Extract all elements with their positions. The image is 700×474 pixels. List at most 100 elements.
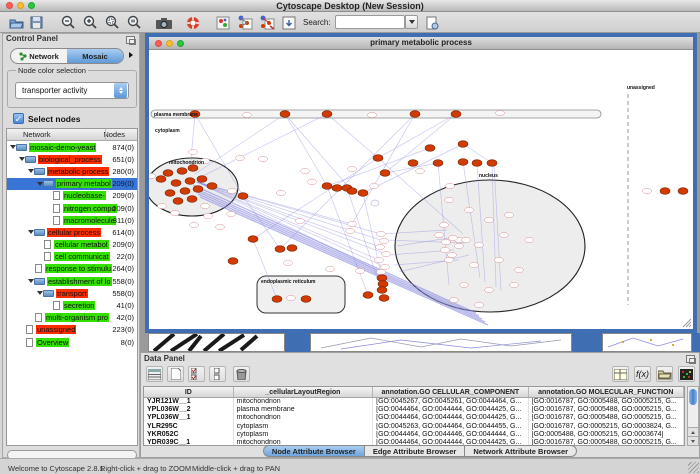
gene-node[interactable] bbox=[458, 141, 468, 148]
gene-label-oval[interactable] bbox=[326, 266, 335, 271]
delete-attribute-icon[interactable] bbox=[233, 366, 250, 382]
tree-row[interactable]: macromolecule311(0) bbox=[7, 214, 137, 226]
gene-node[interactable] bbox=[272, 296, 282, 303]
column-header[interactable]: ID bbox=[144, 387, 234, 397]
snapshot-icon[interactable] bbox=[155, 14, 172, 31]
gene-node[interactable] bbox=[301, 296, 311, 303]
open-attributes-icon[interactable] bbox=[656, 366, 673, 382]
tree-row[interactable]: unassigned223(0) bbox=[7, 324, 137, 336]
open-file-icon[interactable] bbox=[8, 14, 25, 31]
zoom-in-icon[interactable] bbox=[82, 14, 99, 31]
gene-label-oval[interactable] bbox=[380, 238, 389, 243]
gene-label-oval[interactable] bbox=[189, 149, 198, 154]
gene-label-oval[interactable] bbox=[377, 269, 386, 274]
tree-row[interactable]: cellular metabol209(0) bbox=[7, 239, 137, 251]
new-attribute-icon[interactable] bbox=[167, 366, 184, 382]
zoom-out-icon[interactable] bbox=[60, 14, 77, 31]
table-cell[interactable]: mitochondrion bbox=[234, 414, 373, 422]
expand-arrow-icon[interactable] bbox=[37, 291, 43, 295]
select-nodes-checkbox[interactable]: ✓ bbox=[13, 113, 24, 124]
table-row[interactable]: YPL036W__1mitochondrion[GO:0044464, GO:0… bbox=[144, 414, 684, 422]
gene-label-oval[interactable] bbox=[440, 222, 449, 227]
table-cell[interactable]: mitochondrion bbox=[234, 398, 373, 406]
gene-label-oval[interactable] bbox=[243, 112, 252, 117]
float-panel-icon[interactable] bbox=[686, 355, 695, 363]
gene-node[interactable] bbox=[425, 145, 435, 152]
expand-arrow-icon[interactable] bbox=[37, 182, 43, 186]
select-nodes-option[interactable]: ✓ Select nodes bbox=[13, 113, 80, 124]
tree-row[interactable]: secretion41(0) bbox=[7, 299, 137, 311]
tree-row[interactable]: Overview8(0) bbox=[7, 336, 137, 348]
gene-label-oval[interactable] bbox=[455, 243, 464, 248]
table-row[interactable]: YJR121W__1mitochondrion[GO:0045267, GO:0… bbox=[144, 398, 684, 406]
gene-label-oval[interactable] bbox=[227, 211, 236, 216]
table-cell[interactable]: cytoplasm bbox=[234, 423, 373, 431]
resize-grip[interactable] bbox=[688, 462, 699, 473]
gene-label-oval[interactable] bbox=[382, 251, 391, 256]
unselect-attributes-icon[interactable] bbox=[209, 366, 226, 382]
gene-node[interactable] bbox=[173, 198, 183, 205]
gene-label-oval[interactable] bbox=[462, 237, 471, 242]
gene-node[interactable] bbox=[187, 196, 197, 203]
zoom-fit-icon[interactable] bbox=[126, 14, 143, 31]
gene-label-oval[interactable] bbox=[201, 203, 210, 208]
tree-row[interactable]: cell communicat22(0) bbox=[7, 251, 137, 263]
gene-node[interactable] bbox=[248, 236, 258, 243]
gene-node[interactable] bbox=[193, 186, 203, 193]
gene-label-oval[interactable] bbox=[368, 112, 377, 117]
gene-label-oval[interactable] bbox=[470, 262, 479, 267]
gene-label-oval[interactable] bbox=[445, 197, 454, 202]
network-canvas[interactable]: plasma membranecytoplasmmitochondrionnuc… bbox=[149, 50, 693, 329]
table-row[interactable]: YPL036W__2plasma membrane[GO:0044464, GO… bbox=[144, 406, 684, 414]
tree-row[interactable]: nucleobase-209(0) bbox=[7, 190, 137, 202]
gene-node[interactable] bbox=[379, 295, 389, 302]
gene-label-oval[interactable] bbox=[496, 110, 505, 115]
gene-node[interactable] bbox=[373, 155, 383, 162]
import-icon[interactable] bbox=[280, 14, 297, 31]
expand-arrow-icon[interactable] bbox=[28, 279, 34, 283]
table-cell[interactable]: plasma membrane bbox=[234, 406, 373, 414]
table-cell[interactable]: [GO:0045267, GO:0045261, GO:0044464, G..… bbox=[373, 398, 528, 406]
gene-label-oval[interactable] bbox=[505, 212, 514, 217]
network-view-titlebar[interactable]: primary metabolic process bbox=[149, 37, 693, 50]
table-cell[interactable]: YKR052C bbox=[144, 431, 234, 439]
table-cell[interactable]: YJR121W__1 bbox=[144, 398, 234, 406]
network-tree-header[interactable]: Network Nodes bbox=[7, 129, 137, 141]
table-cell[interactable]: [GO:0044464, GO:0044444, GO:0044425, G..… bbox=[373, 406, 528, 414]
gene-label-oval[interactable] bbox=[441, 247, 450, 252]
gene-label-oval[interactable] bbox=[460, 282, 469, 287]
tree-row[interactable]: establishment of lo558(0) bbox=[7, 275, 137, 287]
gene-label-oval[interactable] bbox=[308, 179, 317, 184]
gene-node[interactable] bbox=[410, 111, 420, 118]
gene-label-oval[interactable] bbox=[348, 221, 357, 226]
help-icon[interactable] bbox=[184, 14, 201, 31]
tab-edge-attribute-browser[interactable]: Edge Attribute Browser bbox=[364, 445, 464, 457]
gene-label-oval[interactable] bbox=[448, 252, 457, 257]
expand-arrow-icon[interactable] bbox=[19, 157, 25, 161]
gene-label-oval[interactable] bbox=[236, 155, 245, 160]
gene-label-oval[interactable] bbox=[171, 210, 180, 215]
gene-node[interactable] bbox=[156, 176, 166, 183]
gene-node[interactable] bbox=[238, 193, 248, 200]
gene-label-oval[interactable] bbox=[259, 156, 268, 161]
table-cell[interactable]: [GO:0044464, GO:0044444, GO:0044425, G..… bbox=[373, 414, 528, 422]
gene-label-oval[interactable] bbox=[442, 239, 451, 244]
gene-label-oval[interactable] bbox=[346, 228, 355, 233]
gene-label-oval[interactable] bbox=[287, 295, 296, 300]
gene-label-oval[interactable] bbox=[450, 297, 459, 302]
table-cell[interactable]: [GO:0016787, GO:0005488, GO:0005215, G..… bbox=[529, 414, 684, 422]
gene-label-oval[interactable] bbox=[277, 190, 286, 195]
destroy-view-icon[interactable] bbox=[258, 14, 275, 31]
gene-label-oval[interactable] bbox=[495, 257, 504, 262]
gene-label-oval[interactable] bbox=[204, 213, 213, 218]
column-header[interactable]: _cellularLayoutRegion bbox=[234, 387, 373, 397]
gene-label-oval[interactable] bbox=[525, 237, 534, 242]
gene-label-oval[interactable] bbox=[301, 168, 310, 173]
gene-node[interactable] bbox=[228, 258, 238, 265]
table-cell[interactable]: YPL036W__2 bbox=[144, 406, 234, 414]
zoom-selected-icon[interactable] bbox=[104, 14, 121, 31]
gene-node[interactable] bbox=[433, 160, 443, 167]
tab-network[interactable]: Network bbox=[11, 49, 67, 63]
expand-arrow-icon[interactable] bbox=[10, 145, 16, 149]
tree-row[interactable]: primary metabol209(0) bbox=[7, 178, 137, 190]
